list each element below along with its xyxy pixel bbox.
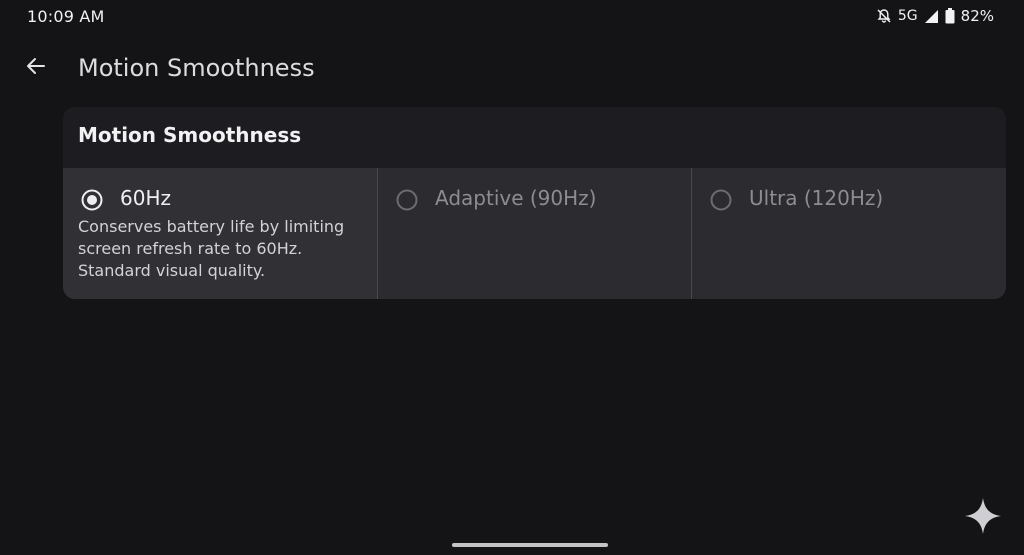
card-title: Motion Smoothness xyxy=(78,123,302,147)
status-time: 10:09 AM xyxy=(27,7,105,26)
radio-unselected-icon[interactable] xyxy=(395,188,419,212)
battery-percent: 82% xyxy=(960,7,994,25)
option-description: Conserves battery life by limiting scree… xyxy=(78,217,345,280)
status-icons: 5G 82% xyxy=(876,7,994,25)
sparkle-icon[interactable] xyxy=(962,495,1004,537)
option-adaptive-90hz[interactable]: Adaptive (90Hz) xyxy=(377,168,691,299)
home-indicator[interactable] xyxy=(452,543,608,547)
option-label: Ultra (120Hz) xyxy=(749,186,884,210)
motion-smoothness-card: Motion Smoothness 60Hz Conserves battery… xyxy=(63,107,1006,299)
option-ultra-120hz[interactable]: Ultra (120Hz) xyxy=(691,168,1006,299)
battery-icon xyxy=(945,8,955,24)
option-label: 60Hz xyxy=(120,186,171,210)
page-title: Motion Smoothness xyxy=(78,54,315,82)
arrow-left-icon xyxy=(24,54,48,82)
option-60hz[interactable]: 60Hz Conserves battery life by limiting … xyxy=(63,168,377,299)
radio-unselected-icon[interactable] xyxy=(709,188,733,212)
radio-selected-icon[interactable] xyxy=(80,188,104,212)
option-label: Adaptive (90Hz) xyxy=(435,186,597,210)
notifications-off-icon xyxy=(876,8,892,24)
app-bar: Motion Smoothness xyxy=(0,48,1024,92)
cellular-signal-icon xyxy=(924,9,939,24)
status-bar: 10:09 AM 5G 82% xyxy=(0,0,1024,34)
refresh-rate-options: 60Hz Conserves battery life by limiting … xyxy=(63,168,1006,299)
network-type: 5G xyxy=(897,8,918,24)
card-header: Motion Smoothness xyxy=(63,107,1006,168)
back-button[interactable] xyxy=(14,48,58,88)
